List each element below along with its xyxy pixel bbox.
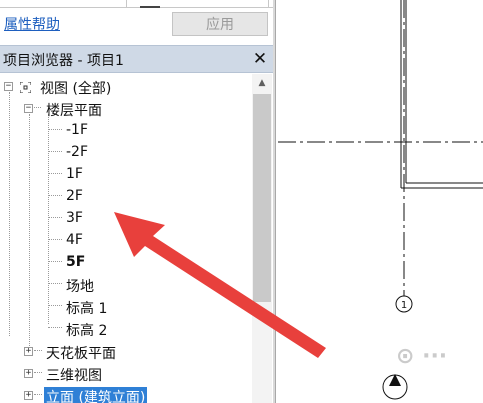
properties-help-link[interactable]: 属性帮助 <box>4 14 60 34</box>
tree-item-floor-plan-active[interactable]: 5F <box>0 252 252 274</box>
tree-label: 标高 2 <box>66 323 108 339</box>
tree-node-views-all[interactable]: − 视图 (全部) <box>0 76 252 98</box>
tree-node-ceiling-plans[interactable]: + 天花板平面 <box>0 341 252 363</box>
tree-label: -2F <box>66 144 89 160</box>
revit-window: 1 ⊙ ··· 属性帮助 应用 项目浏览器 - 项目1 ✕ − 视图 (全部) … <box>0 0 483 403</box>
tree-scrollbar[interactable]: ▲ <box>252 74 272 403</box>
properties-column-separator <box>268 0 269 8</box>
tree-item-floor-plan[interactable]: 3F <box>0 208 252 230</box>
properties-value-underline <box>140 6 160 8</box>
tree-label: 场地 <box>66 279 94 295</box>
grid-bubble-label: 1 <box>401 300 407 311</box>
tree-label-active: 5F <box>66 254 86 270</box>
tree-label: 三维视图 <box>46 368 102 384</box>
tree-item-floor-plan[interactable]: 场地 <box>0 274 252 296</box>
project-browser-title: 项目浏览器 - 项目1 <box>3 53 124 69</box>
properties-footer: 属性帮助 应用 <box>0 0 276 42</box>
tree-item-floor-plan[interactable]: -2F <box>0 142 252 164</box>
apply-button[interactable]: 应用 <box>172 12 268 36</box>
collapse-icon[interactable]: − <box>24 104 33 113</box>
expand-icon[interactable]: + <box>24 391 33 400</box>
tree-node-3d-views[interactable]: + 三维视图 <box>0 363 252 385</box>
scroll-up-icon[interactable]: ▲ <box>252 74 272 92</box>
tree-label: 3F <box>66 210 83 226</box>
tree-label: 1F <box>66 166 83 182</box>
collapse-icon[interactable]: − <box>4 82 13 91</box>
view-icon <box>20 82 31 93</box>
expand-icon[interactable]: + <box>24 369 33 378</box>
tree-item-floor-plan[interactable]: -1F <box>0 120 252 142</box>
left-panel: 属性帮助 应用 项目浏览器 - 项目1 ✕ − 视图 (全部) − 楼层平面 -… <box>0 0 276 403</box>
tree-item-floor-plan[interactable]: 标高 2 <box>0 318 252 340</box>
panel-splitter[interactable] <box>273 0 276 403</box>
tree-label: 视图 (全部) <box>40 81 112 97</box>
tree-label: 天花板平面 <box>46 346 116 362</box>
expand-icon[interactable]: + <box>24 347 33 356</box>
tree-label: 楼层平面 <box>46 103 102 119</box>
tree-label: 标高 1 <box>66 301 108 317</box>
tree-label-selected: 立面 (建筑立面) <box>44 387 148 403</box>
project-browser-tree: − 视图 (全部) − 楼层平面 -1F -2F 1F 2F 3F 4F 5F … <box>0 74 252 403</box>
tree-label: 4F <box>66 232 83 248</box>
properties-column-separator <box>126 0 127 8</box>
watermark: ⊙ ··· <box>396 344 448 369</box>
scroll-thumb[interactable] <box>253 94 271 302</box>
tree-item-floor-plan[interactable]: 4F <box>0 230 252 252</box>
tree-item-floor-plan[interactable]: 标高 1 <box>0 296 252 318</box>
tree-node-elevations[interactable]: + 立面 (建筑立面) <box>0 385 252 403</box>
tree-item-floor-plan[interactable]: 2F <box>0 186 252 208</box>
close-icon[interactable]: ✕ <box>252 49 268 69</box>
project-browser-header: 项目浏览器 - 项目1 ✕ <box>0 45 276 73</box>
tree-node-floor-plans[interactable]: − 楼层平面 <box>0 98 252 120</box>
tree-label: -1F <box>66 122 89 138</box>
properties-row-border <box>0 0 276 8</box>
tree-item-floor-plan[interactable]: 1F <box>0 164 252 186</box>
tree-label: 2F <box>66 188 83 204</box>
